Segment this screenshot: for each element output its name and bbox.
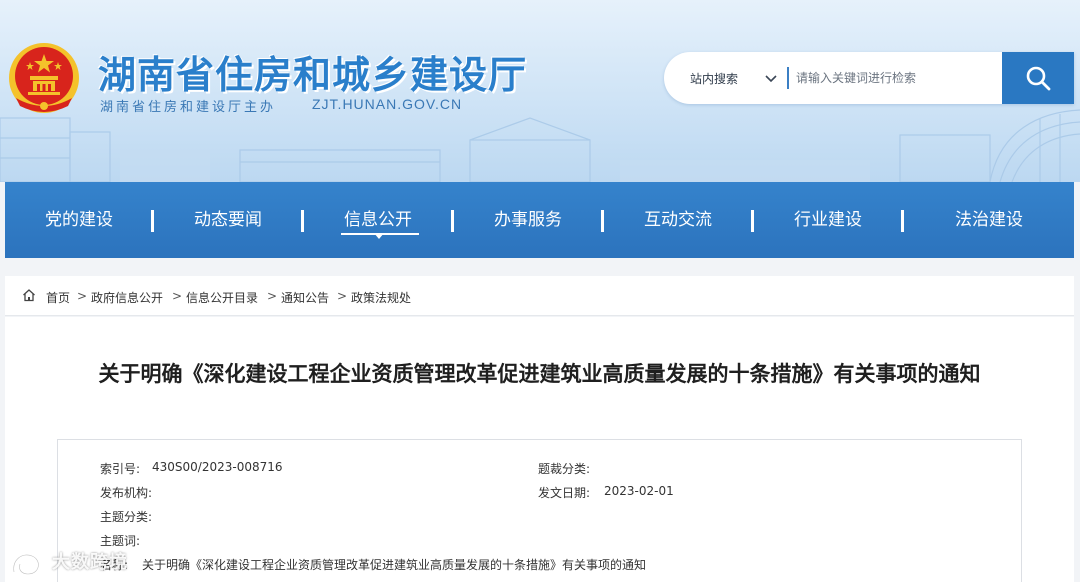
article-panel: 关于明确《深化建设工程企业资质管理改革促进建筑业高质量发展的十条措施》有关事项的… bbox=[5, 317, 1074, 582]
breadcrumb-separator: > bbox=[267, 289, 278, 303]
watermark-text: 大数跨境 bbox=[52, 552, 128, 573]
search-divider bbox=[787, 67, 789, 89]
site-title: 湖南省住房和城乡建设厅 bbox=[98, 53, 528, 97]
meta-date-value: 2023-02-01 bbox=[604, 484, 674, 498]
nav-item-rule-of-law[interactable]: 法治建设 bbox=[904, 182, 1074, 258]
meta-topic-label: 主题分类: bbox=[100, 510, 153, 524]
search-input[interactable] bbox=[796, 65, 996, 91]
nav-item-party-building[interactable]: 党的建设 bbox=[5, 182, 153, 258]
breadcrumb-separator: > bbox=[337, 289, 348, 303]
breadcrumb: 首页 > 政府信息公开 > 信息公开目录 > 通知公告 > 政策法规处 bbox=[5, 276, 1074, 316]
breadcrumb-gov-info[interactable]: 政府信息公开 bbox=[91, 289, 163, 306]
breadcrumb-separator: > bbox=[77, 289, 88, 303]
search-scope-select[interactable]: 站内搜索 bbox=[690, 70, 738, 87]
site-header: 湖南省住房和城乡建设厅 湖南省住房和建设厅主办 ZJT.HUNAN.GOV.CN… bbox=[0, 0, 1080, 182]
meta-publisher-label: 发布机构: bbox=[100, 486, 153, 500]
nav-item-services[interactable]: 办事服务 bbox=[454, 182, 602, 258]
home-icon[interactable] bbox=[22, 288, 36, 302]
chevron-down-icon[interactable] bbox=[764, 71, 778, 85]
nav-item-interaction[interactable]: 互动交流 bbox=[604, 182, 752, 258]
meta-category-label: 题裁分类: bbox=[538, 462, 591, 476]
meta-date-label: 发文日期: bbox=[538, 486, 591, 500]
breadcrumb-policy-dept[interactable]: 政策法规处 bbox=[351, 289, 411, 306]
main-nav: 党的建设 动态要闻 信息公开 办事服务 互动交流 行业建设 法治建设 bbox=[5, 182, 1074, 258]
nav-item-news[interactable]: 动态要闻 bbox=[154, 182, 302, 258]
search-button[interactable] bbox=[1002, 52, 1074, 104]
nav-active-caret-icon bbox=[374, 233, 384, 239]
nav-item-industry[interactable]: 行业建设 bbox=[754, 182, 902, 258]
breadcrumb-info-catalog[interactable]: 信息公开目录 bbox=[186, 289, 258, 306]
search-icon bbox=[1026, 66, 1051, 91]
nav-item-info-disclosure[interactable]: 信息公开 bbox=[304, 182, 452, 258]
breadcrumb-notices[interactable]: 通知公告 bbox=[281, 289, 329, 306]
breadcrumb-separator: > bbox=[172, 289, 183, 303]
national-emblem-icon bbox=[9, 43, 79, 113]
article-title: 关于明确《深化建设工程企业资质管理改革促进建筑业高质量发展的十条措施》有关事项的… bbox=[98, 362, 981, 386]
meta-index-label: 索引号: bbox=[100, 462, 141, 476]
document-meta-table: 索引号: 430S00/2023-008716 题裁分类: 发布机构: 发文日期… bbox=[57, 439, 1022, 582]
site-domain: ZJT.HUNAN.GOV.CN bbox=[312, 96, 463, 112]
meta-index-value: 430S00/2023-008716 bbox=[152, 460, 283, 474]
breadcrumb-home[interactable]: 首页 bbox=[46, 289, 70, 306]
meta-name-value: 关于明确《深化建设工程企业资质管理改革促进建筑业高质量发展的十条措施》有关事项的… bbox=[142, 558, 647, 572]
site-sponsor-text: 湖南省住房和建设厅主办 bbox=[100, 100, 277, 115]
